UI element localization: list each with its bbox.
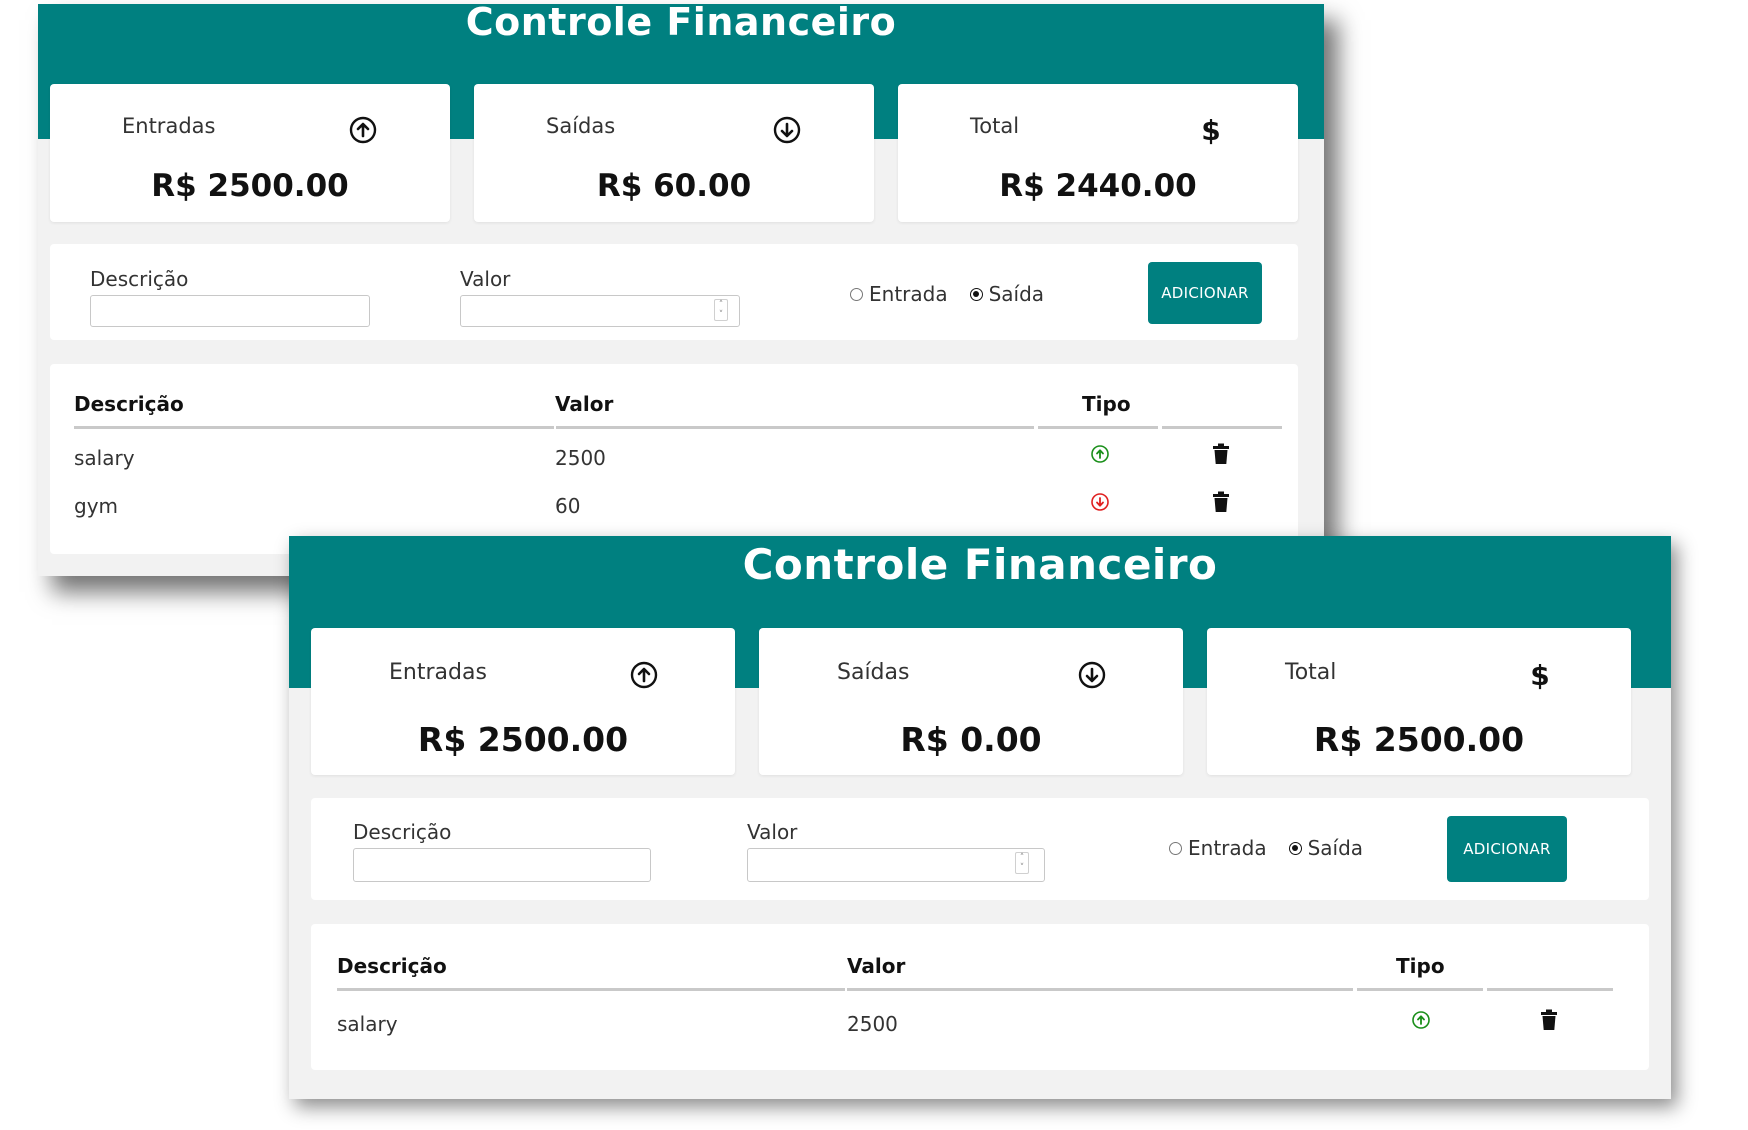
card-label: Total (970, 114, 1020, 138)
column-header-tipo: Tipo (1396, 954, 1445, 978)
svg-text:$: $ (1201, 115, 1220, 145)
arrow-up-circle-icon (349, 116, 377, 144)
app-window-front: Controle Financeiro Entradas R$ 2500.00 … (289, 536, 1671, 1099)
header-divider (337, 988, 845, 991)
cell-descricao: salary (74, 446, 135, 470)
radio-entrada-label[interactable]: Entrada (869, 282, 948, 306)
header-divider (74, 426, 554, 429)
column-header-valor: Valor (847, 954, 906, 978)
arrow-down-circle-icon (1078, 661, 1106, 689)
arrow-up-circle-icon (1091, 445, 1109, 463)
column-header-valor: Valor (555, 392, 614, 416)
header-divider (1038, 426, 1158, 429)
header-divider (556, 426, 1034, 429)
summary-card-saidas: Saídas R$ 0.00 (759, 628, 1183, 775)
header-divider (1162, 426, 1282, 429)
cell-valor: 60 (555, 494, 581, 518)
radio-saida-label[interactable]: Saída (1308, 836, 1363, 860)
card-value: R$ 0.00 (900, 720, 1042, 759)
valor-stepper[interactable]: ˄ ˅ (714, 299, 728, 321)
column-header-descricao: Descrição (337, 954, 447, 978)
valor-input[interactable] (747, 848, 1045, 882)
tipo-radio-group: Entrada Saída (1169, 836, 1385, 860)
summary-card-total: Total $ R$ 2500.00 (1207, 628, 1631, 775)
trash-icon[interactable] (1212, 491, 1230, 513)
cell-descricao: salary (337, 1012, 398, 1036)
summary-card-entradas: Entradas R$ 2500.00 (311, 628, 735, 775)
radio-saida-label[interactable]: Saída (989, 282, 1044, 306)
transaction-form: Descrição Valor ˄ ˅ Entrada Saída ADICION… (311, 798, 1649, 900)
arrow-down-circle-icon (773, 116, 801, 144)
arrow-up-circle-icon (630, 661, 658, 689)
trash-icon[interactable] (1212, 443, 1230, 465)
summary-card-total: Total $ R$ 2440.00 (898, 84, 1298, 222)
summary-card-saidas: Saídas R$ 60.00 (474, 84, 874, 222)
descricao-label: Descrição (353, 820, 452, 844)
app-window-back: Controle Financeiro Entradas R$ 2500.00 … (38, 4, 1324, 576)
transactions-table: Descrição Valor Tipo salary 2500 (311, 924, 1649, 1070)
card-label: Entradas (389, 660, 487, 685)
card-value: R$ 2500.00 (417, 720, 629, 759)
descricao-input[interactable] (90, 295, 370, 327)
valor-input[interactable] (460, 295, 740, 327)
trash-icon[interactable] (1540, 1009, 1558, 1031)
card-value: R$ 2500.00 (1313, 720, 1525, 759)
header-divider (1357, 988, 1483, 991)
radio-saida[interactable] (969, 287, 983, 301)
card-label: Total (1285, 660, 1337, 685)
descricao-input[interactable] (353, 848, 651, 882)
valor-label: Valor (460, 267, 511, 291)
valor-label: Valor (747, 820, 798, 844)
dollar-icon: $ (1201, 115, 1220, 145)
dollar-icon: $ (1530, 660, 1549, 690)
adicionar-button[interactable]: ADICIONAR (1447, 816, 1567, 882)
valor-stepper[interactable]: ˄ ˅ (1015, 852, 1029, 874)
card-value: R$ 60.00 (596, 168, 752, 204)
card-label: Entradas (122, 114, 216, 138)
svg-text:$: $ (1530, 660, 1549, 690)
column-header-descricao: Descrição (74, 392, 184, 416)
cell-valor: 2500 (555, 446, 606, 470)
radio-saida[interactable] (1288, 841, 1302, 855)
header-divider (847, 988, 1353, 991)
summary-card-entradas: Entradas R$ 2500.00 (50, 84, 450, 222)
adicionar-button[interactable]: ADICIONAR (1148, 262, 1262, 324)
tipo-radio-group: Entrada Saída (850, 282, 1066, 306)
card-value: R$ 2500.00 (151, 168, 349, 204)
card-value: R$ 2440.00 (999, 168, 1197, 204)
card-label: Saídas (837, 660, 910, 685)
transactions-table: Descrição Valor Tipo salary 2500 gym 60 (50, 364, 1298, 554)
card-label: Saídas (546, 114, 616, 138)
transaction-form: Descrição Valor ˄ ˅ Entrada Saída ADICION… (50, 244, 1298, 340)
radio-entrada[interactable] (850, 287, 863, 301)
arrow-up-circle-icon (1412, 1011, 1430, 1029)
page-title: Controle Financeiro (465, 4, 897, 44)
radio-entrada[interactable] (1169, 841, 1182, 855)
page-title: Controle Financeiro (742, 540, 1218, 589)
arrow-down-circle-icon (1091, 493, 1109, 511)
cell-descricao: gym (74, 494, 119, 518)
descricao-label: Descrição (90, 267, 189, 291)
column-header-tipo: Tipo (1082, 392, 1131, 416)
cell-valor: 2500 (847, 1012, 898, 1036)
header-divider (1487, 988, 1613, 991)
radio-entrada-label[interactable]: Entrada (1188, 836, 1267, 860)
